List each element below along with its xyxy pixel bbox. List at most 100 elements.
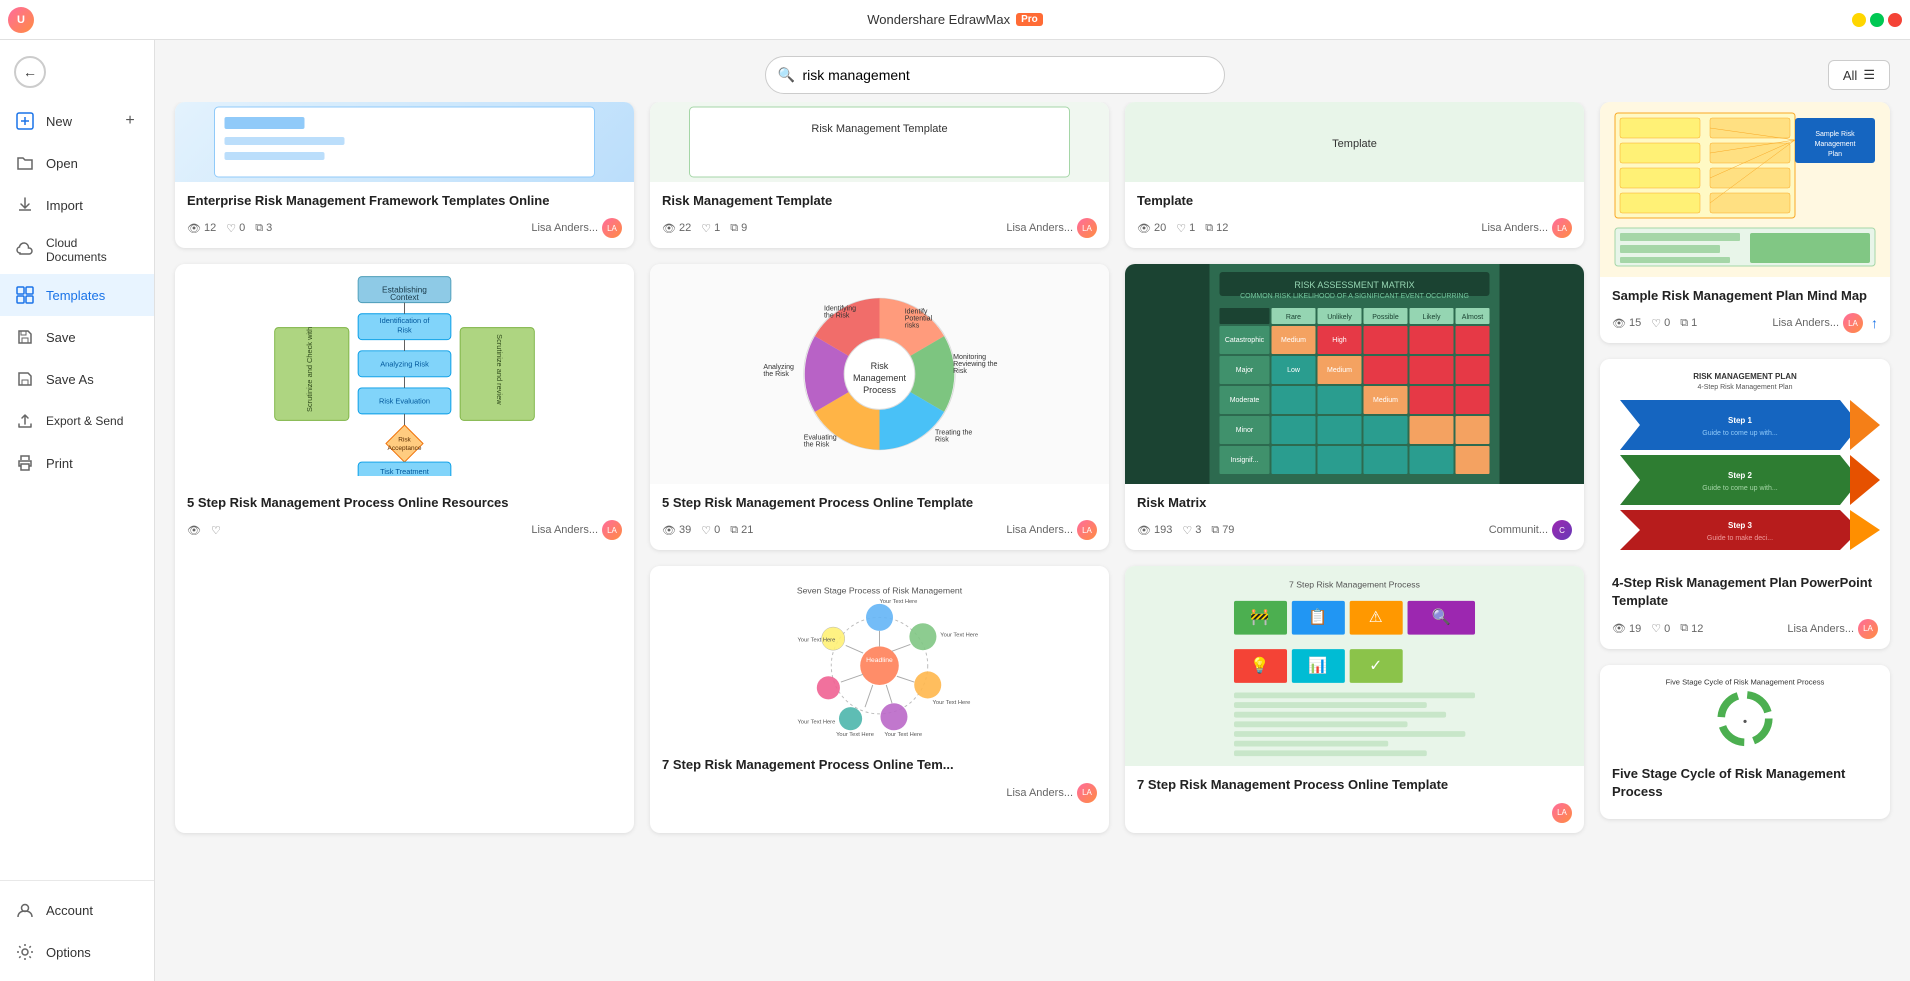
sidebar-item-export[interactable]: Export & Send (0, 400, 154, 442)
search-input[interactable] (765, 56, 1225, 94)
svg-text:Identify: Identify (905, 309, 928, 316)
template-card-partial-2[interactable]: Risk Management Template Risk Management… (650, 102, 1109, 248)
card2-meta: 👁22 ♡1 ⧉9 Lisa Anders... LA (662, 218, 1097, 238)
save-icon (14, 326, 36, 348)
card-5step-res-meta: 👁 ♡ Lisa Anders... LA (187, 520, 622, 540)
svg-text:●: ● (1743, 716, 1748, 725)
sidebar-item-save-as[interactable]: Save As (0, 358, 154, 400)
card-4step-title: 4-Step Risk Management Plan PowerPoint T… (1612, 574, 1878, 610)
search-wrapper: 🔍 (765, 56, 1225, 94)
sidebar-item-open[interactable]: Open (0, 142, 154, 184)
svg-text:Major: Major (1236, 367, 1254, 374)
new-add-button[interactable]: + (120, 111, 140, 131)
svg-text:Low: Low (1287, 367, 1301, 374)
svg-text:Step 2: Step 2 (1728, 471, 1753, 480)
template-card-risk-matrix[interactable]: RISK ASSESSMENT MATRIX COMMON RISK LIKEL… (1125, 264, 1584, 550)
card3-partial-title: Template (1137, 192, 1572, 210)
card-avatar: LA (602, 520, 622, 540)
svg-text:Your Text Here: Your Text Here (884, 732, 922, 738)
views-icon: 👁 (187, 524, 201, 537)
card2-partial-title: Risk Management Template (662, 192, 1097, 210)
template-card-5step-resources[interactable]: Establishing Context Scrutinize and Chec… (175, 264, 634, 832)
filter-button[interactable]: All ☰ (1828, 60, 1890, 90)
svg-text:Your Text Here: Your Text Here (836, 732, 874, 738)
right-col: Sample Risk Management Plan (1600, 102, 1890, 833)
template-card-7step[interactable]: Seven Stage Process of Risk Management H… (650, 566, 1109, 832)
save-as-icon (14, 368, 36, 390)
svg-text:Potential: Potential (905, 316, 933, 323)
svg-text:📊: 📊 (1308, 657, 1327, 675)
svg-text:Your Text Here: Your Text Here (880, 599, 918, 605)
svg-text:Analyzing Risk: Analyzing Risk (380, 360, 429, 369)
minimize-button[interactable] (1852, 13, 1866, 27)
svg-text:Your Text Here: Your Text Here (798, 638, 836, 644)
svg-text:the Risk: the Risk (824, 313, 850, 320)
card-five-stage-title: Five Stage Cycle of Risk Management Proc… (1612, 765, 1878, 801)
sidebar-back[interactable]: ← (0, 48, 154, 96)
card-likes: ♡ (211, 524, 221, 537)
sidebar-item-account[interactable]: Account (0, 889, 154, 931)
template-card-partial-1[interactable]: Enterprise Risk Management Framework Tem… (175, 102, 634, 248)
card2-avatar: LA (1077, 218, 1097, 238)
open-icon (14, 152, 36, 174)
svg-text:Risk: Risk (935, 437, 949, 444)
sidebar-item-import[interactable]: Import (0, 184, 154, 226)
content-area: 🔍 All ☰ (155, 40, 1910, 981)
close-button[interactable] (1888, 13, 1902, 27)
svg-text:Scrutinize and review: Scrutinize and review (495, 334, 504, 405)
svg-text:Guide to come up with...: Guide to come up with... (1702, 430, 1778, 437)
svg-text:Almost: Almost (1462, 314, 1483, 321)
template-card-partial-3[interactable]: Template Template 👁20 ♡1 ⧉12 Lisa Anders… (1125, 102, 1584, 248)
likes-icon: ♡ (226, 222, 236, 235)
svg-text:📋: 📋 (1308, 609, 1327, 627)
account-label: Account (46, 903, 93, 918)
svg-text:Guide to make deci...: Guide to make deci... (1707, 535, 1773, 542)
svg-text:Step 1: Step 1 (1728, 416, 1753, 425)
svg-text:Your Text Here: Your Text Here (798, 720, 836, 726)
sidebar-bottom: Account Options (0, 880, 154, 973)
sidebar-item-templates[interactable]: Templates (0, 274, 154, 316)
sidebar-item-cloud[interactable]: Cloud Documents (0, 226, 154, 274)
template-card-five-stage[interactable]: Five Stage Cycle of Risk Management Proc… (1600, 665, 1890, 819)
card-4step-avatar: LA (1858, 619, 1878, 639)
card-7step-online-title: 7 Step Risk Management Process Online Te… (1137, 776, 1572, 794)
svg-text:Medium: Medium (1327, 367, 1352, 374)
svg-text:Analyzing: Analyzing (763, 364, 794, 371)
filter-icon: ☰ (1863, 67, 1875, 83)
export-icon (14, 410, 36, 432)
new-icon (14, 110, 36, 132)
svg-text:Identification of: Identification of (380, 316, 431, 325)
sidebar-item-print[interactable]: Print (0, 442, 154, 484)
svg-text:Risk: Risk (953, 368, 967, 375)
card1-views: 👁 12 (187, 222, 216, 235)
card-7step-meta: Lisa Anders... LA (662, 783, 1097, 803)
maximize-button[interactable] (1870, 13, 1884, 27)
card1-meta: 👁 12 ♡ 0 ⧉ 3 (187, 218, 622, 238)
template-card-4step[interactable]: RISK MANAGEMENT PLAN 4-Step Risk Managem… (1600, 359, 1890, 648)
svg-text:⚠: ⚠ (1369, 610, 1383, 627)
card1-title: Enterprise Risk Management Framework Tem… (187, 192, 622, 210)
svg-text:COMMON RISK LIKELIHOOD OF A SI: COMMON RISK LIKELIHOOD OF A SIGNIFICANT … (1240, 293, 1469, 300)
cloud-label: Cloud Documents (46, 236, 140, 264)
svg-text:Plan: Plan (1828, 151, 1842, 158)
svg-text:Monitoring: Monitoring (953, 354, 986, 361)
sidebar-item-save[interactable]: Save (0, 316, 154, 358)
template-card-7step-online[interactable]: 7 Step Risk Management Process 🚧 � (1125, 566, 1584, 832)
svg-text:Process: Process (863, 385, 896, 395)
open-label: Open (46, 156, 78, 171)
svg-text:Risk Evaluation: Risk Evaluation (379, 397, 430, 406)
col3: Template Template 👁20 ♡1 ⧉12 Lisa Anders… (1125, 102, 1584, 833)
template-card-5step-process[interactable]: Risk Management Process Identify Potenti… (650, 264, 1109, 550)
svg-text:High: High (1332, 337, 1347, 344)
titlebar-title: Wondershare EdrawMax Pro (867, 12, 1043, 27)
svg-text:Risk Management Template: Risk Management Template (811, 123, 947, 135)
search-bar-area: 🔍 All ☰ (155, 40, 1910, 102)
svg-text:Reviewing the: Reviewing the (953, 361, 997, 368)
main-layout: ← New + Open Import Cloud D (0, 40, 1910, 981)
sidebar-item-options[interactable]: Options (0, 931, 154, 973)
template-card-sample-plan[interactable]: Sample Risk Management Plan (1600, 102, 1890, 343)
save-as-label: Save As (46, 372, 94, 387)
svg-text:7 Step Risk Management Process: 7 Step Risk Management Process (1289, 580, 1421, 590)
sidebar-item-new[interactable]: New + (0, 100, 154, 142)
sidebar: ← New + Open Import Cloud D (0, 40, 155, 981)
